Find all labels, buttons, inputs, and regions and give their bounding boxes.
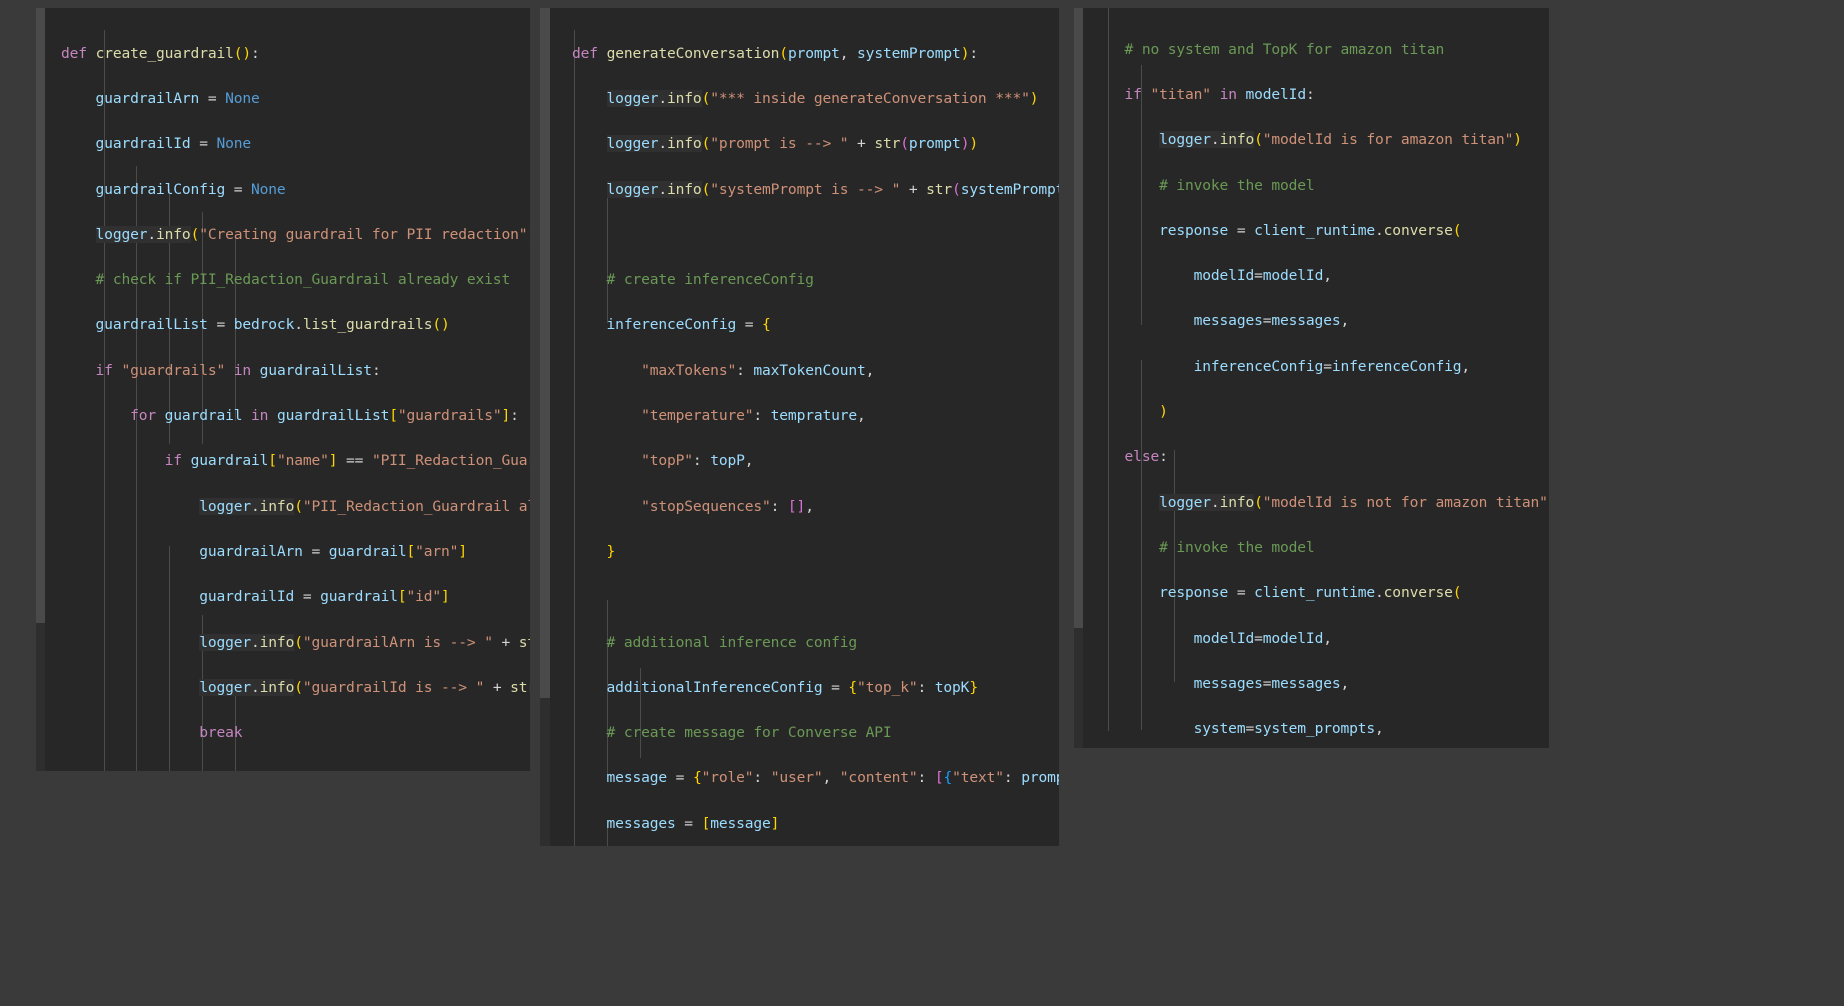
editor-stage: def create_guardrail(): guardrailArn = N… [0,0,1844,1006]
code-line: if "guardrails" in guardrailList: [61,360,530,383]
code-line [572,224,1059,247]
code-line: "stopSequences": [], [572,496,1059,519]
converse-invocation-code-panel[interactable]: # no system and TopK for amazon titan if… [1074,8,1549,748]
code-line: guardrailList = bedrock.list_guardrails(… [61,314,530,337]
code-line: break [61,722,530,745]
code-line: logger.info("modelId is not for amazon t… [1090,492,1549,515]
code-line: # additional inference config [572,632,1059,655]
generateConversation-code-panel[interactable]: def generateConversation(prompt, systemP… [540,8,1059,846]
code-line: for guardrail in guardrailList["guardrai… [61,405,530,428]
code-line: def create_guardrail(): [61,43,530,66]
code-line: additionalInferenceConfig = {"top_k": to… [572,677,1059,700]
code-line: if "titan" in modelId: [1090,84,1549,107]
code-line: inferenceConfig=inferenceConfig, [1090,356,1549,379]
code-line: logger.info("guardrailId is --> " + str(… [61,677,530,700]
code-line: else: [61,767,530,771]
left-panel-scrollbar-thumb[interactable] [36,8,45,623]
code-line: system=system_prompts, [1090,718,1549,741]
code-line: messages=messages, [1090,673,1549,696]
code-line: modelId=modelId, [1090,628,1549,651]
code-line: guardrailConfig = None [61,179,530,202]
code-line: modelId=modelId, [1090,265,1549,288]
code-line: # check if PII_Redaction_Guardrail alrea… [61,269,530,292]
code-line: # create inferenceConfig [572,269,1059,292]
code-line: "topP": topP, [572,450,1059,473]
middle-panel-scrollbar-thumb[interactable] [540,8,550,698]
code-line [572,586,1059,609]
code-line: guardrailId = None [61,133,530,156]
code-line: messages = [message] [572,813,1059,836]
code-line: logger.info("modelId is for amazon titan… [1090,129,1549,152]
code-line: message = {"role": "user", "content": [{… [572,767,1059,790]
code-line: logger.info("prompt is --> " + str(promp… [572,133,1059,156]
code-line: # create message for Converse API [572,722,1059,745]
code-line: def generateConversation(prompt, systemP… [572,43,1059,66]
right-panel-scrollbar-thumb[interactable] [1074,8,1083,628]
code-line: if guardrail["name"] == "PII_Redaction_G… [61,450,530,473]
code-line: guardrailArn = guardrail["arn"] [61,541,530,564]
code-line: logger.info("PII_Redaction_Guardrail alr… [61,496,530,519]
code-line: else: [1090,446,1549,469]
create_guardrail-code-panel[interactable]: def create_guardrail(): guardrailArn = N… [36,8,530,771]
code-line: messages=messages, [1090,310,1549,333]
code-line: # invoke the model [1090,537,1549,560]
code-line: guardrailId = guardrail["id"] [61,586,530,609]
code-line: # invoke the model [1090,175,1549,198]
code-line: logger.info("Creating guardrail for PII … [61,224,530,247]
code-line: logger.info("systemPrompt is --> " + str… [572,179,1059,202]
code-line: inferenceConfig = { [572,314,1059,337]
code-line: "maxTokens": maxTokenCount, [572,360,1059,383]
code-line: logger.info("guardrailArn is --> " + str… [61,632,530,655]
code-line: "temperature": temprature, [572,405,1059,428]
left-panel-code[interactable]: def create_guardrail(): guardrailArn = N… [61,20,530,771]
code-line: logger.info("*** inside generateConversa… [572,88,1059,111]
code-line: guardrailArn = None [61,88,530,111]
code-line: response = client_runtime.converse( [1090,582,1549,605]
code-line: # no system and TopK for amazon titan [1090,39,1549,62]
code-line: } [572,541,1059,564]
code-line: ) [1090,401,1549,424]
middle-panel-code[interactable]: def generateConversation(prompt, systemP… [572,20,1059,846]
right-panel-code[interactable]: # no system and TopK for amazon titan if… [1090,16,1549,748]
code-line: response = client_runtime.converse( [1090,220,1549,243]
